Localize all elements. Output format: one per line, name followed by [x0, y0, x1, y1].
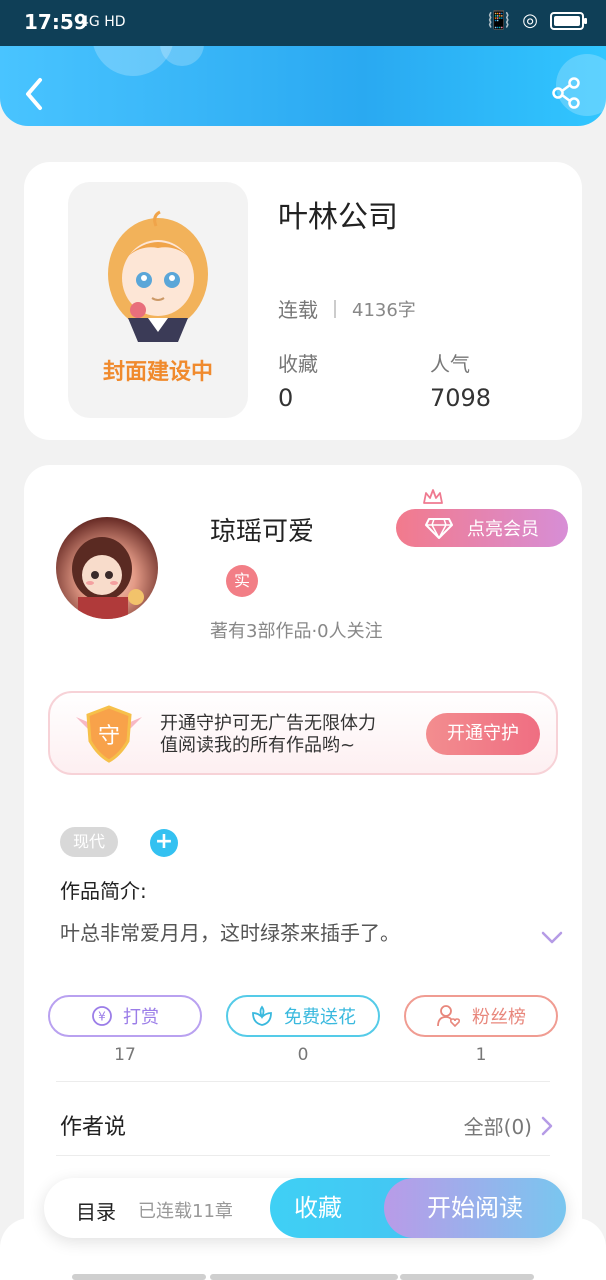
- status-time: 17:59: [24, 10, 88, 34]
- yen-coin-icon: ¥: [92, 1006, 112, 1026]
- guard-promo-line1: 开通守护可无广告无限体力: [160, 713, 376, 734]
- book-info-card: 封面建设中 叶林公司 连载 4136字 收藏 0 人气 7098: [24, 162, 582, 440]
- flower-icon: [252, 1005, 272, 1026]
- guard-shield-char: 守: [98, 724, 120, 749]
- word-count: 4136字: [352, 299, 416, 321]
- reward-button[interactable]: ¥ 打赏: [48, 995, 202, 1037]
- network-indicator: 4G HD: [80, 14, 126, 30]
- author-stats: 著有3部作品·0人关注: [210, 621, 383, 642]
- author-card: 琼瑶可爱 实 著有3部作品·0人关注 点亮会员 守 开通守护可无广告无限体力 值…: [24, 465, 582, 1280]
- guard-promo-line2: 值阅读我的所有作品哟~: [160, 735, 356, 756]
- open-guard-button[interactable]: 开通守护: [426, 713, 540, 755]
- share-button[interactable]: [550, 76, 584, 110]
- add-tag-button[interactable]: +: [150, 829, 178, 857]
- top-header: 17:59 4G HD 📳 ◎: [0, 0, 606, 126]
- bottom-handle: [72, 1274, 206, 1280]
- flower-count: 0: [297, 1045, 309, 1065]
- battery-icon: [550, 11, 587, 30]
- favorites-value: 0: [278, 384, 294, 412]
- reward-count: 17: [114, 1045, 136, 1065]
- fan-count: 1: [475, 1045, 487, 1065]
- svg-text:¥: ¥: [98, 1010, 106, 1024]
- fan-rank-button[interactable]: 粉丝榜: [404, 995, 558, 1037]
- author-name: 琼瑶可爱: [210, 517, 315, 547]
- popularity-label: 人气: [430, 352, 470, 376]
- chevron-right-icon: [541, 1116, 553, 1135]
- send-flower-button[interactable]: 免费送花: [226, 995, 380, 1037]
- book-cover[interactable]: 封面建设中: [68, 182, 248, 418]
- book-title: 叶林公司: [278, 200, 398, 235]
- chapter-count: 已连载11章: [138, 1201, 233, 1222]
- book-meta: 连载 4136字: [278, 294, 416, 323]
- vip-button-label: 点亮会员: [467, 519, 539, 540]
- divider: [56, 1155, 550, 1156]
- divider: [56, 1081, 550, 1082]
- back-button[interactable]: [18, 70, 54, 118]
- cover-character-illustration: [108, 210, 208, 342]
- author-says-title: 作者说: [60, 1115, 127, 1140]
- chevron-down-icon[interactable]: [540, 929, 564, 947]
- diamond-icon: [425, 518, 453, 539]
- user-heart-icon: [437, 1005, 461, 1028]
- guard-shield-icon: 守: [76, 705, 142, 763]
- crown-icon: [423, 489, 443, 504]
- favorites-label: 收藏: [278, 352, 318, 376]
- meta-divider: [334, 299, 336, 318]
- reward-label: 打赏: [123, 1007, 159, 1028]
- bottom-action-bar: 目录 已连载11章 收藏 开始阅读: [44, 1178, 566, 1238]
- book-status: 连载: [278, 298, 318, 322]
- author-avatar[interactable]: [56, 517, 158, 619]
- verified-badge: 实: [226, 565, 258, 597]
- guard-promo-text: 开通守护可无广告无限体力 值阅读我的所有作品哟~: [160, 713, 376, 757]
- popularity-value: 7098: [430, 384, 492, 412]
- toc-button[interactable]: 目录: [76, 1196, 116, 1225]
- status-bar: 17:59 4G HD 📳 ◎: [0, 0, 606, 46]
- genre-tag[interactable]: 现代: [60, 827, 118, 857]
- lock-rotation-icon: ◎: [522, 10, 538, 31]
- avatar-illustration: [72, 537, 144, 619]
- chevron-left-icon: [26, 78, 42, 110]
- vip-button[interactable]: 点亮会员: [396, 509, 568, 547]
- author-says-all-link[interactable]: 全部(0): [464, 1111, 554, 1140]
- guard-promo-banner: 守 开通守护可无广告无限体力 值阅读我的所有作品哟~ 开通守护: [48, 691, 558, 775]
- share-icon: [552, 77, 580, 109]
- fan-rank-label: 粉丝榜: [472, 1007, 526, 1028]
- bottom-handle: [210, 1274, 398, 1280]
- cover-placeholder-text: 封面建设中: [102, 360, 213, 385]
- send-flower-label: 免费送花: [284, 1007, 356, 1028]
- intro-text: 叶总非常爱月月，这时绿茶来插手了。: [60, 921, 400, 945]
- author-says-all-label: 全部(0): [463, 1115, 532, 1139]
- intro-title: 作品简介:: [60, 879, 147, 903]
- bottom-handle: [400, 1274, 534, 1280]
- vibrate-icon: 📳: [487, 10, 511, 31]
- start-reading-button[interactable]: 开始阅读: [384, 1178, 566, 1238]
- status-icons: 📳 ◎: [487, 10, 587, 31]
